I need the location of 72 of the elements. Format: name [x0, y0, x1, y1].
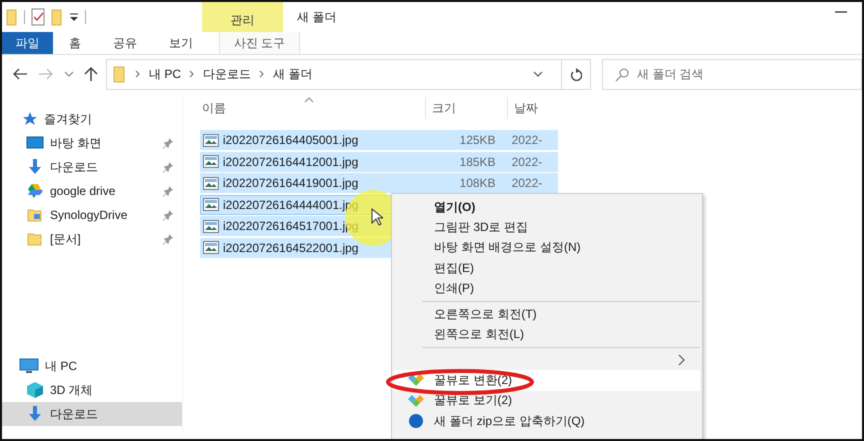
- cube-icon: [26, 381, 44, 399]
- monitor-icon: [26, 136, 44, 150]
- file-row[interactable]: i20220726164412001.jpg 185KB 2022-: [200, 152, 558, 172]
- cursor-icon: [371, 208, 383, 226]
- search-field[interactable]: 새 폴더 검색: [602, 58, 862, 90]
- diamonds-icon: [408, 373, 424, 388]
- folder-icon: [113, 65, 127, 83]
- diamonds-icon: [408, 394, 424, 408]
- pin-icon[interactable]: [162, 209, 174, 221]
- sidebar-item[interactable]: SynologyDrive: [2, 203, 182, 227]
- image-file-icon: [203, 241, 219, 254]
- chevron-right-icon: [135, 70, 141, 78]
- sidebar-item[interactable]: [문서]: [2, 227, 182, 251]
- search-icon: [615, 68, 629, 82]
- computer-icon: [19, 358, 39, 374]
- menu-item[interactable]: 그림판 3D로 편집: [394, 217, 700, 238]
- menu-item[interactable]: 오른쪽으로 회전(T): [394, 304, 700, 324]
- menu-item[interactable]: 새 폴더 zip으로 압축하기(Q): [394, 410, 700, 432]
- ribbon-tab[interactable]: 사진 도구: [219, 32, 300, 54]
- image-file-icon: [203, 155, 219, 168]
- dropdown-icon[interactable]: [69, 12, 79, 22]
- folder-icon[interactable]: [51, 8, 63, 26]
- column-header[interactable]: 크기: [426, 97, 508, 119]
- menu-item[interactable]: 왼쪽으로 회전(L): [394, 324, 700, 345]
- window-title: 새 폴더: [297, 8, 336, 26]
- folder-icon[interactable]: [6, 8, 18, 26]
- sidebar-item[interactable]: 내 PC: [2, 354, 182, 378]
- triangle-logo-icon: [26, 183, 44, 199]
- sidebar-item[interactable]: google drive: [2, 179, 182, 203]
- ribbon-tab[interactable]: 파일: [2, 32, 53, 54]
- sidebar-item[interactable]: 다운로드: [2, 402, 182, 426]
- breadcrumb[interactable]: 내 PC: [149, 66, 182, 82]
- image-file-icon: [203, 198, 219, 211]
- checklist-icon[interactable]: [31, 8, 45, 26]
- column-header[interactable]: 이름: [200, 97, 426, 119]
- image-file-icon: [203, 134, 219, 146]
- address-bar[interactable]: 내 PC 다운로드 새 폴더: [106, 58, 591, 90]
- menu-item[interactable]: 꿀뷰로 보기(2): [394, 390, 700, 411]
- context-tab-label: 관리: [202, 2, 283, 32]
- sidebar-item[interactable]: 즐겨찾기: [2, 107, 182, 131]
- up-arrow-icon[interactable]: [84, 66, 98, 82]
- breadcrumb[interactable]: 새 폴더: [273, 66, 312, 82]
- forward-arrow-icon[interactable]: [38, 68, 54, 80]
- menu-item[interactable]: 인쇄(P): [394, 278, 700, 299]
- pin-icon[interactable]: [162, 233, 174, 245]
- folder-icon: [26, 231, 44, 247]
- down-arrow-icon: [26, 158, 44, 176]
- sidebar-item[interactable]: 다운로드: [2, 155, 182, 179]
- back-arrow-icon[interactable]: [12, 68, 28, 80]
- sidebar-item[interactable]: 3D 개체: [2, 378, 182, 402]
- refresh-icon: [570, 67, 582, 81]
- chevron-right-icon: [678, 354, 686, 366]
- pin-icon[interactable]: [162, 161, 174, 173]
- star-icon: [22, 111, 38, 127]
- chevron-right-icon: [259, 70, 266, 78]
- menu-item[interactable]: 열기(O): [394, 197, 700, 218]
- folder-icon: [26, 207, 44, 223]
- sidebar-item[interactable]: 바탕 화면: [2, 131, 182, 155]
- circle-icon: [408, 413, 424, 430]
- pin-icon[interactable]: [162, 137, 174, 149]
- file-row[interactable]: i20220726164419001.jpg 108KB 2022-: [200, 173, 558, 193]
- pin-icon[interactable]: [162, 185, 174, 197]
- image-file-icon: [203, 220, 219, 232]
- column-header[interactable]: 날짜: [508, 97, 558, 119]
- image-file-icon: [203, 176, 219, 190]
- chevron-right-icon: [189, 70, 196, 78]
- file-row[interactable]: i20220726164405001.jpg 125KB 2022-: [200, 130, 558, 150]
- breadcrumb[interactable]: 다운로드: [203, 66, 252, 82]
- chevron-down-icon[interactable]: [64, 70, 74, 78]
- down-arrow-icon: [26, 405, 44, 423]
- menu-item[interactable]: 편집(E): [394, 258, 700, 279]
- chevron-down-icon[interactable]: [533, 70, 543, 78]
